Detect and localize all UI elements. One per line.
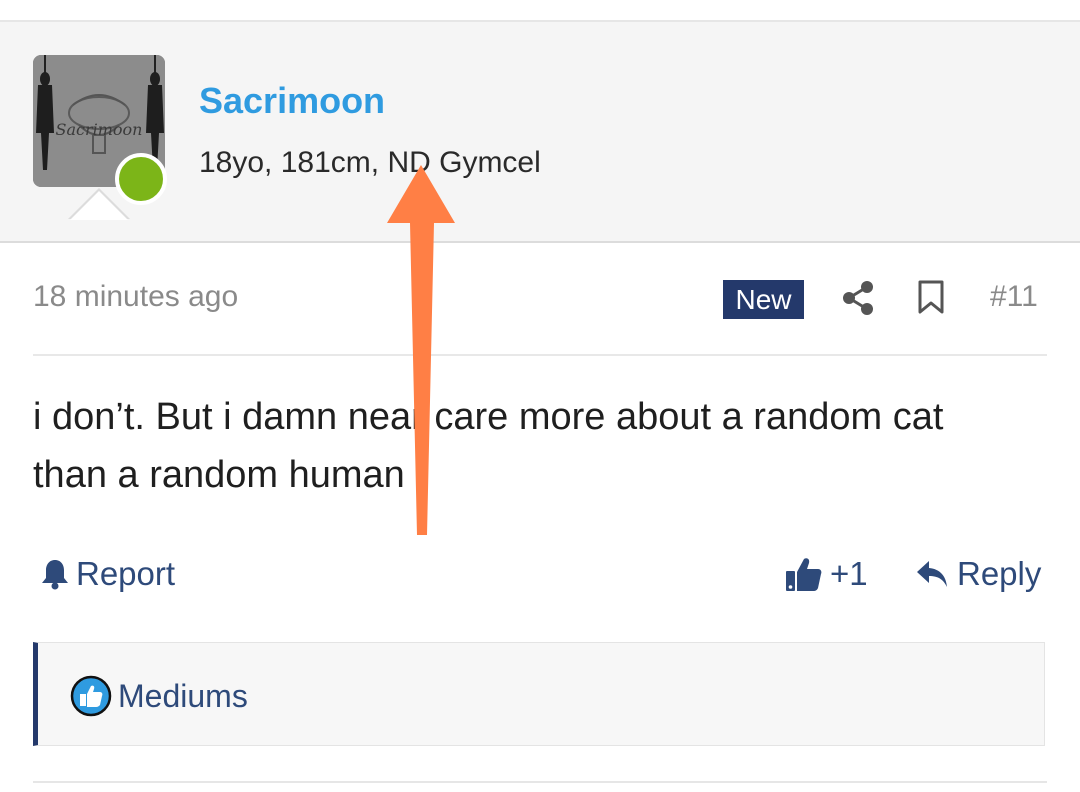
reactions-bar[interactable]: Mediums [33, 642, 1045, 746]
post-body: i don’t. But i damn near care more about… [33, 388, 1043, 504]
new-badge: New [723, 280, 804, 319]
post-body-line: i don’t. But i damn near care more about… [33, 396, 944, 438]
avatar-logo-text: Sacrimoon [56, 120, 143, 139]
share-icon[interactable] [840, 280, 876, 316]
up-arrow-icon [387, 165, 455, 535]
meta-divider [33, 354, 1047, 356]
report-label: Report [76, 555, 176, 592]
bookmark-icon[interactable] [915, 279, 947, 315]
post-body-line: than a random human [33, 454, 405, 496]
bottom-divider [33, 781, 1047, 783]
user-header: Sacrimoon Sacrimoon 18yo, 181cm, ND Gymc… [0, 22, 1080, 243]
reply-button[interactable]: Reply [915, 552, 1041, 596]
like-reaction-icon [70, 675, 112, 717]
reply-icon [917, 561, 947, 587]
post-timestamp[interactable]: 18 minutes ago [33, 280, 238, 314]
bell-icon [42, 560, 68, 590]
like-count: +1 [830, 555, 868, 592]
header-caret-inner [70, 191, 128, 220]
post-number-link[interactable]: #11 [990, 280, 1038, 314]
username-link[interactable]: Sacrimoon [199, 80, 385, 122]
reply-label: Reply [957, 555, 1042, 592]
reaction-users[interactable]: Mediums [118, 675, 248, 717]
like-button[interactable]: +1 [784, 552, 868, 596]
user-title: 18yo, 181cm, ND Gymcel [199, 146, 541, 179]
report-button[interactable]: Report [40, 552, 175, 596]
thumbs-up-icon [786, 558, 822, 591]
